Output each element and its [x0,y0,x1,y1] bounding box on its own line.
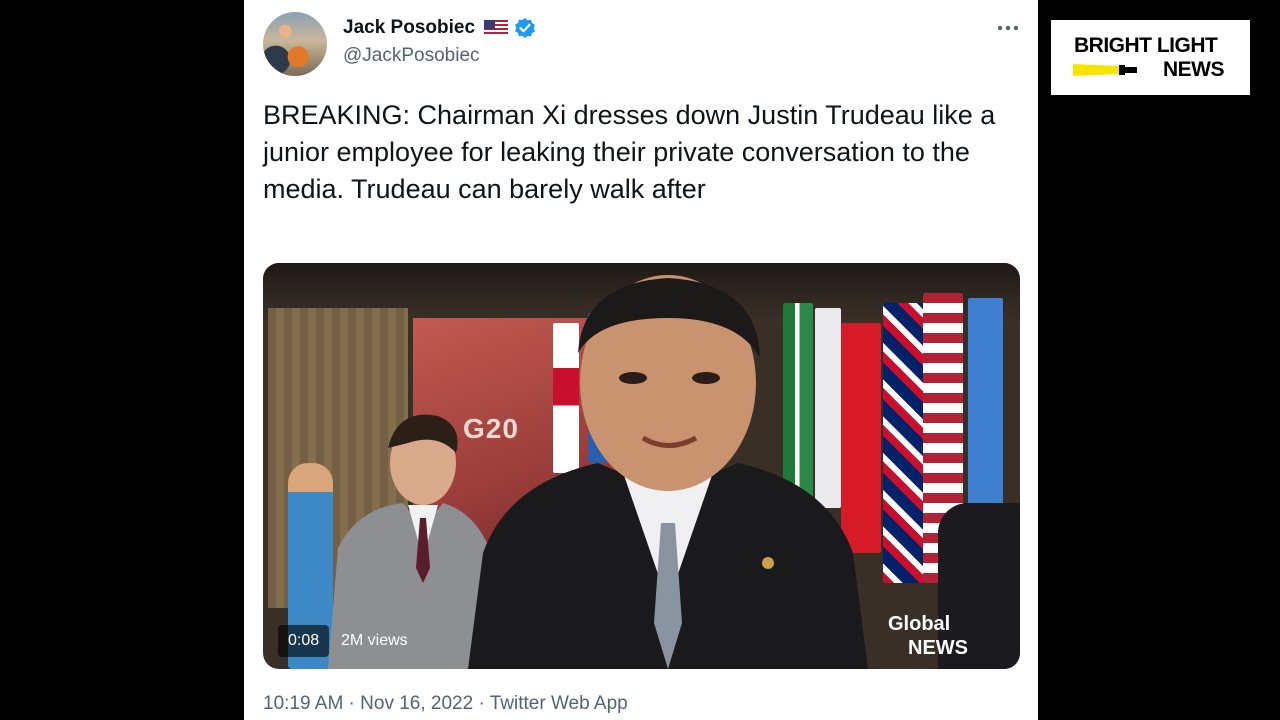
tweet-card: Jack Posobiec @JackPosobiec BREAKING: Ch… [244,0,1038,720]
avatar[interactable] [263,12,327,76]
brand-line2: NEWS [1163,58,1225,81]
video-views: 2M views [341,632,408,649]
watermark-line1: Global [888,613,951,635]
flashlight-icon [1073,64,1137,76]
video-time: 0:08 [278,625,330,657]
watermark-line2: NEWS [908,637,968,659]
us-flag-icon [484,20,508,36]
video-frame: G20 [263,263,1020,669]
tweet-text: BREAKING: Chairman Xi dresses down Justi… [263,100,996,204]
brand-line1: BRIGHT LIGHT [1074,34,1218,57]
more-icon[interactable] [996,18,1020,38]
video-player[interactable]: G20 0:08 2M views Global NEWS [263,263,1020,669]
verified-icon [515,18,535,38]
global-news-watermark: Global NEWS [888,613,998,668]
author-handle[interactable]: @JackPosobiec [343,45,480,67]
author-name[interactable]: Jack Posobiec [343,17,475,39]
tweet-meta[interactable]: 10:19 AM · Nov 16, 2022 · Twitter Web Ap… [263,693,628,715]
person-center [468,275,868,669]
bright-light-news-logo: BRIGHT LIGHT NEWS [1051,20,1250,95]
flag-un [968,298,1003,528]
flag-uk [883,303,923,583]
